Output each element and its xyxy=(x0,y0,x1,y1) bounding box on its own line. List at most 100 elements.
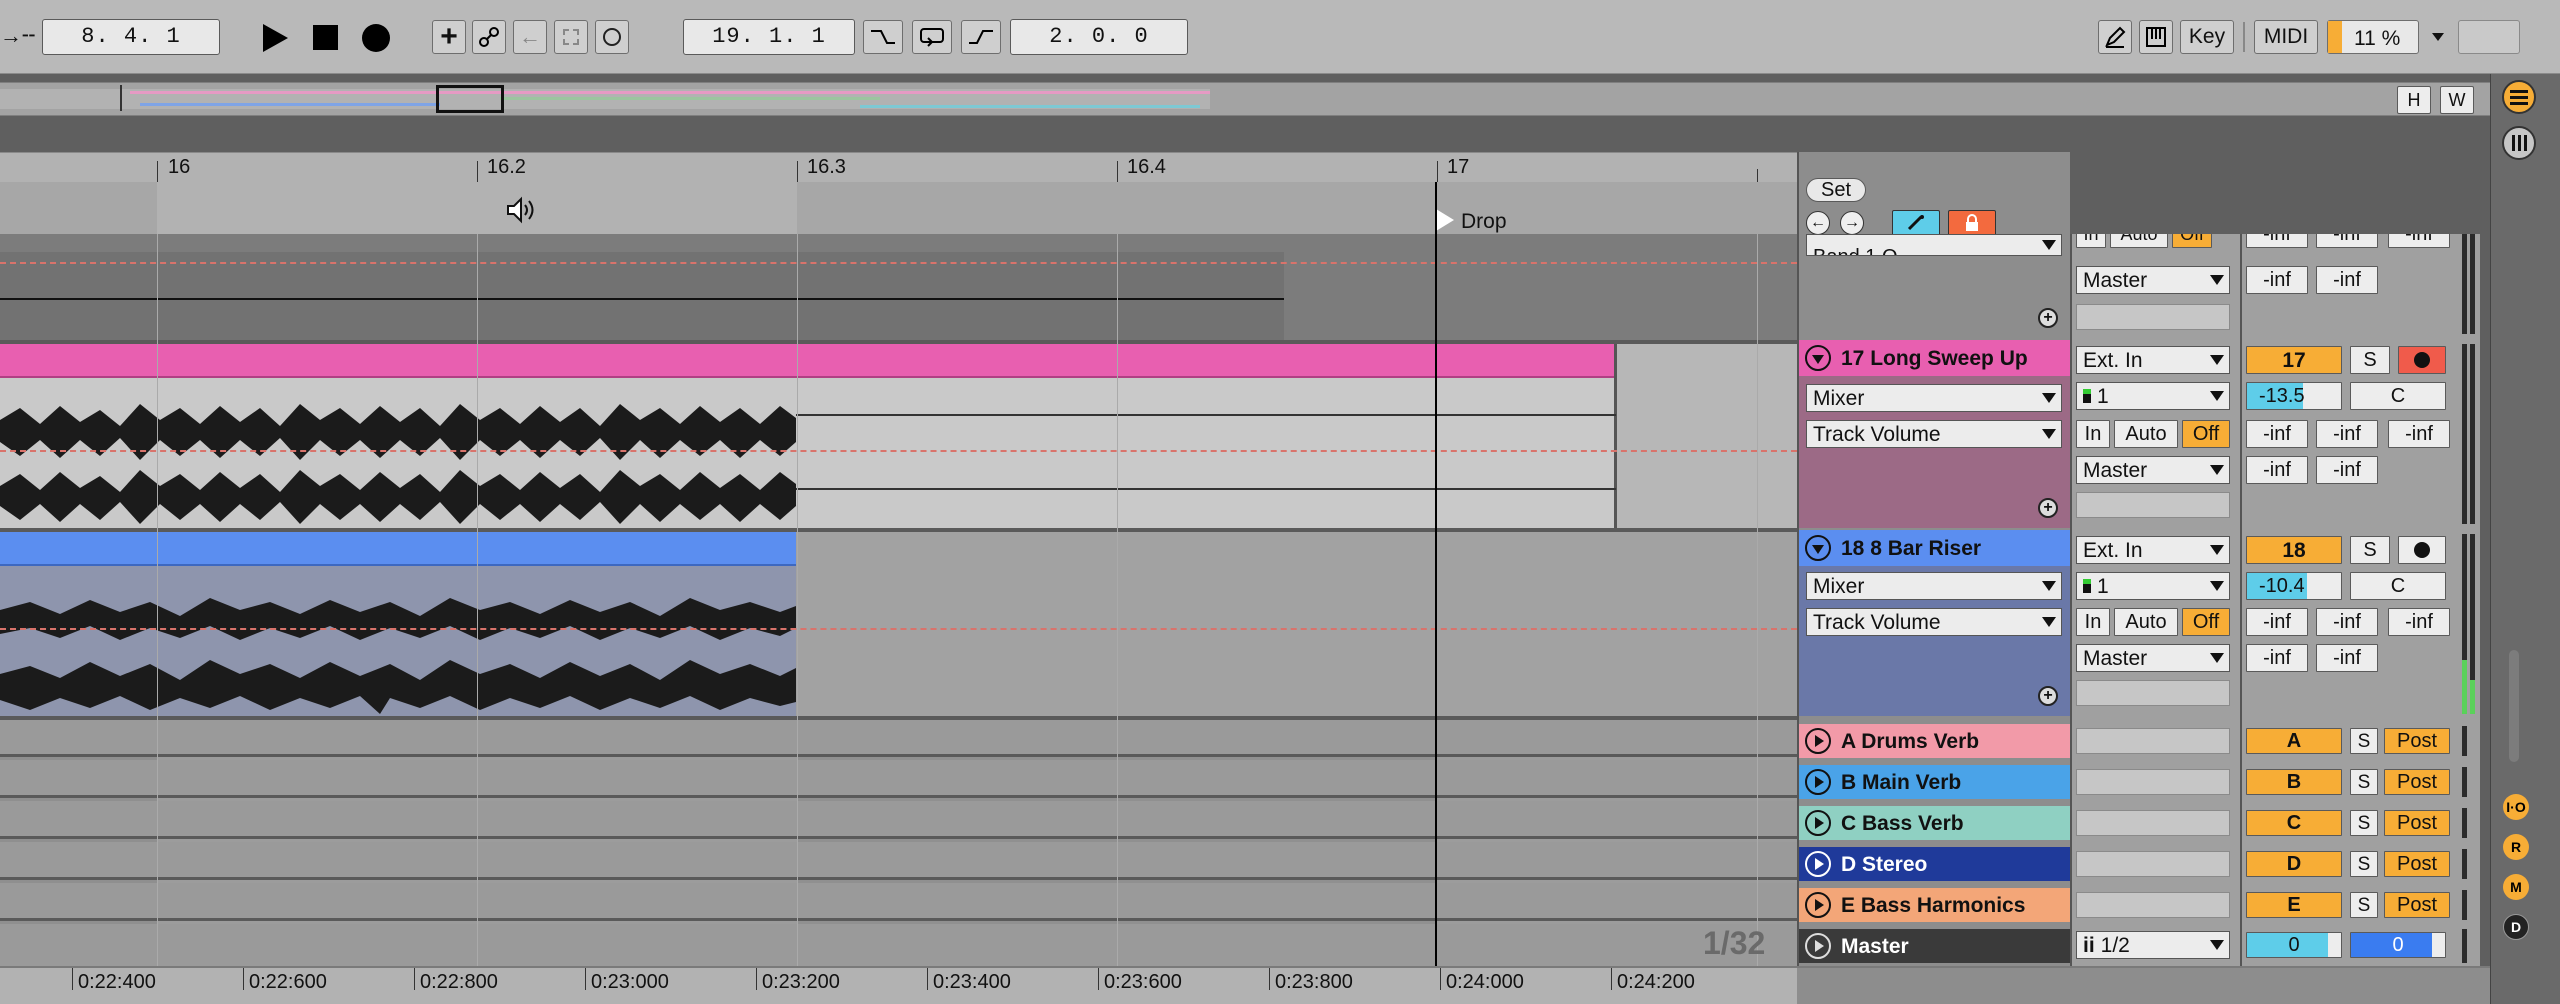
track-top-output-chooser[interactable]: Master xyxy=(2076,266,2230,294)
return-e-title[interactable]: E Bass Harmonics xyxy=(1799,888,2070,922)
track-top-volume[interactable]: -inf xyxy=(2246,266,2308,294)
arrangement-position-field[interactable]: 8. 4. 1 xyxy=(42,19,220,55)
return-c-post[interactable]: Post xyxy=(2384,810,2450,836)
track-18-add-lane-button[interactable]: + xyxy=(2038,686,2058,706)
return-d-fold-icon[interactable] xyxy=(1805,851,1831,877)
track-17-send-e[interactable]: -inf xyxy=(2316,456,2378,484)
return-b-solo[interactable]: S xyxy=(2350,769,2378,795)
return-c-io[interactable] xyxy=(2076,810,2230,836)
track-17-monitor-auto[interactable]: Auto xyxy=(2114,420,2178,448)
track-18-title[interactable]: 18 8 Bar Riser xyxy=(1799,530,2070,566)
returns-toggle-button[interactable]: R xyxy=(2503,834,2529,860)
track-top-auto-button[interactable]: Auto xyxy=(2110,234,2168,248)
return-d-activator[interactable]: D xyxy=(2246,851,2342,877)
return-b-title[interactable]: B Main Verb xyxy=(1799,765,2070,799)
arrangement-view[interactable]: Drop 1/32 xyxy=(0,182,1797,966)
set-locator-button[interactable]: Set xyxy=(1806,178,1866,202)
track-17-input-chooser[interactable]: Ext. In xyxy=(2076,346,2230,374)
master-cue-chooser[interactable]: ii 1/2 xyxy=(2076,931,2230,959)
track-17-input-channel[interactable]: 1 xyxy=(2076,382,2230,410)
return-c-activator[interactable]: C xyxy=(2246,810,2342,836)
track-18-solo[interactable]: S xyxy=(2350,536,2390,564)
return-e-activator[interactable]: E xyxy=(2246,892,2342,918)
return-lane-c[interactable] xyxy=(0,801,1797,839)
track-top-send-b[interactable]: -inf xyxy=(2316,234,2378,248)
track-18-fold-icon[interactable] xyxy=(1805,535,1831,561)
keyboard-button[interactable] xyxy=(2139,20,2173,54)
follow-arrow-icon[interactable]: →╌ xyxy=(0,25,35,47)
beat-ruler[interactable]: 16 16.2 16.3 16.4 17 xyxy=(0,152,1797,183)
return-a-io[interactable] xyxy=(2076,728,2230,754)
punch-out-button[interactable] xyxy=(961,20,1001,54)
track-18-send-d[interactable]: -inf xyxy=(2246,644,2308,672)
track-17-title[interactable]: 17 Long Sweep Up xyxy=(1799,340,2070,376)
fit-height-button[interactable]: H xyxy=(2397,86,2431,114)
track-18-output-chooser[interactable]: Master xyxy=(2076,644,2230,672)
punch-in-button[interactable] xyxy=(863,20,903,54)
return-a-fold-icon[interactable] xyxy=(1805,728,1831,754)
track-18-monitor-auto[interactable]: Auto xyxy=(2114,608,2178,636)
grid-quantization-label[interactable]: 1/32 xyxy=(1703,927,1765,959)
master-fold-icon[interactable] xyxy=(1805,933,1831,959)
automation-mode-button[interactable] xyxy=(1892,210,1940,236)
arrangement-overview[interactable] xyxy=(0,82,2494,116)
master-pan[interactable]: 0 xyxy=(2350,932,2446,958)
delay-toggle-button[interactable]: D xyxy=(2503,914,2529,940)
return-c-title[interactable]: C Bass Verb xyxy=(1799,806,2070,840)
track-17-clip-header[interactable] xyxy=(0,344,1616,378)
return-e-io[interactable] xyxy=(2076,892,2230,918)
midi-map-button[interactable]: MIDI xyxy=(2254,20,2318,54)
return-lane-b[interactable] xyxy=(0,760,1797,798)
track-17-output-chooser[interactable]: Master xyxy=(2076,456,2230,484)
overload-indicator[interactable] xyxy=(2458,20,2520,54)
speaker-icon[interactable] xyxy=(506,196,540,224)
loop-start-field[interactable]: 19. 1. 1 xyxy=(683,19,855,55)
next-locator-button[interactable]: → xyxy=(1840,211,1864,235)
track-18-input-chooser[interactable]: Ext. In xyxy=(2076,536,2230,564)
return-a-activator[interactable]: A xyxy=(2246,728,2342,754)
master-lane[interactable] xyxy=(0,924,1797,966)
key-map-button[interactable]: Key xyxy=(2180,20,2234,54)
return-e-post[interactable]: Post xyxy=(2384,892,2450,918)
master-title[interactable]: Master xyxy=(1799,929,2070,963)
track-18-volume[interactable]: -10.4 xyxy=(2246,572,2342,600)
return-lane-a[interactable] xyxy=(0,720,1797,757)
track-18-send-e[interactable]: -inf xyxy=(2316,644,2378,672)
track-17-arm[interactable] xyxy=(2398,346,2446,374)
stop-button[interactable] xyxy=(313,25,338,50)
track-18-send-b[interactable]: -inf xyxy=(2316,608,2378,636)
return-a-post[interactable]: Post xyxy=(2384,728,2450,754)
track-18-send-a[interactable]: -inf xyxy=(2246,608,2308,636)
track-17-control-chooser[interactable]: Track Volume xyxy=(1806,420,2062,448)
track-18-clip-header[interactable] xyxy=(0,532,796,566)
return-a-title[interactable]: A Drums Verb xyxy=(1799,724,2070,758)
menu-button[interactable] xyxy=(2502,80,2536,114)
loop-button[interactable] xyxy=(912,20,952,54)
track-17-monitor-in[interactable]: In xyxy=(2076,420,2110,448)
cpu-dropdown-arrow[interactable] xyxy=(2432,33,2444,41)
track-18-pan[interactable]: C xyxy=(2350,572,2446,600)
track-top-add-button[interactable]: + xyxy=(2038,308,2058,328)
overview-view-box[interactable] xyxy=(436,85,504,113)
draw-mode-button[interactable] xyxy=(2098,20,2132,54)
return-c-solo[interactable]: S xyxy=(2350,810,2378,836)
track-17-send-a[interactable]: -inf xyxy=(2246,420,2308,448)
lock-button[interactable] xyxy=(1948,210,1996,236)
track-18-control-chooser[interactable]: Track Volume xyxy=(1806,608,2062,636)
track-17-volume[interactable]: -13.5 xyxy=(2246,382,2342,410)
track-top-send-a[interactable]: -inf xyxy=(2246,234,2308,248)
return-b-fold-icon[interactable] xyxy=(1805,769,1831,795)
track-18-monitor-off[interactable]: Off xyxy=(2182,608,2230,636)
prev-locator-button[interactable]: ← xyxy=(1806,211,1830,235)
capture-button[interactable] xyxy=(554,20,588,54)
return-e-solo[interactable]: S xyxy=(2350,892,2378,918)
return-c-fold-icon[interactable] xyxy=(1805,810,1831,836)
return-d-solo[interactable]: S xyxy=(2350,851,2378,877)
track-17-add-lane-button[interactable]: + xyxy=(2038,498,2058,518)
record-button[interactable] xyxy=(362,24,390,52)
return-e-fold-icon[interactable] xyxy=(1805,892,1831,918)
master-volume[interactable]: 0 xyxy=(2246,932,2342,958)
return-b-post[interactable]: Post xyxy=(2384,769,2450,795)
return-d-post[interactable]: Post xyxy=(2384,851,2450,877)
track-17-device-chooser[interactable]: Mixer xyxy=(1806,384,2062,412)
